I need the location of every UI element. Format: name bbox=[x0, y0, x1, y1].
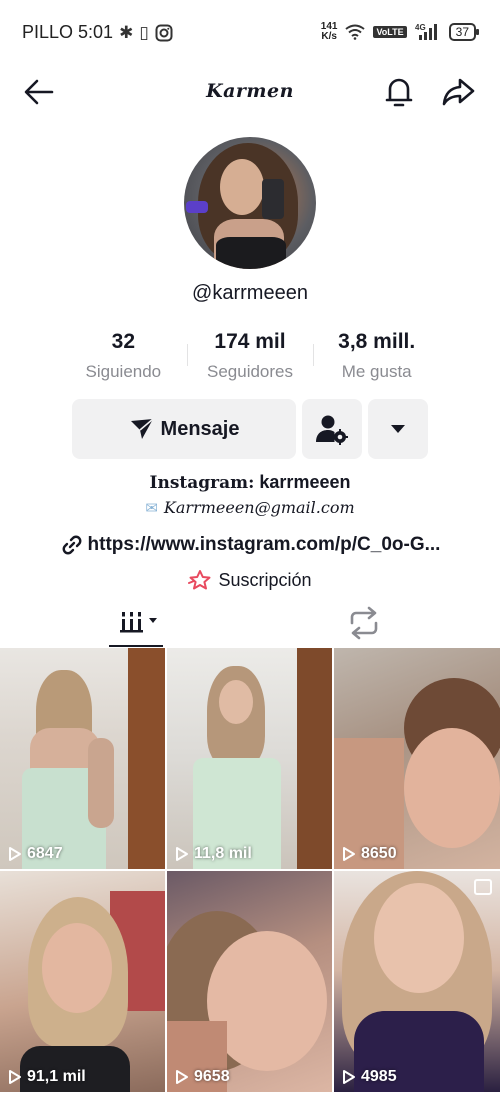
subscription-label: Suscripción bbox=[218, 569, 312, 590]
net-speed-unit: K/s bbox=[321, 31, 337, 42]
video-views: 4985 bbox=[342, 1068, 397, 1086]
username: @karrmeeen bbox=[192, 282, 308, 304]
video-views-count: 9658 bbox=[194, 1068, 230, 1085]
tile-door bbox=[297, 648, 332, 869]
video-tile[interactable]: 8650 bbox=[334, 648, 500, 869]
share-button[interactable] bbox=[440, 74, 478, 110]
status-left: PILLO 5:01 ✱ ▯ bbox=[22, 22, 173, 43]
stat-likes-label: Me gusta bbox=[341, 362, 412, 381]
play-icon bbox=[9, 847, 21, 861]
page-title: Karmen bbox=[206, 80, 294, 102]
videos-grid-icon bbox=[120, 612, 157, 633]
tab-videos[interactable] bbox=[109, 606, 163, 648]
share-arrow-icon bbox=[442, 78, 475, 106]
bio-email-text: Karrmeeen@gmail.com bbox=[163, 498, 355, 517]
carrier-time: PILLO 5:01 bbox=[22, 22, 114, 42]
star-badge-icon bbox=[188, 570, 211, 590]
tile-figure-face bbox=[374, 883, 464, 993]
instagram-icon bbox=[155, 24, 173, 41]
stat-following-label: Siguiendo bbox=[85, 362, 162, 381]
avatar-top bbox=[216, 237, 286, 269]
message-button[interactable]: Mensaje bbox=[72, 399, 296, 459]
tile-figure-face bbox=[219, 680, 253, 724]
more-options-button[interactable] bbox=[368, 399, 428, 459]
video-tile[interactable]: 91,1 mil bbox=[0, 871, 165, 1092]
vibrate-icon: ▯ bbox=[139, 22, 149, 42]
video-views-count: 4985 bbox=[361, 1068, 397, 1085]
bio-link-text: https://www.instagram.com/p/C_0o-G... bbox=[87, 534, 441, 555]
avatar-face bbox=[220, 159, 264, 215]
caret-down-icon bbox=[391, 425, 405, 433]
play-icon bbox=[176, 1070, 188, 1084]
play-icon bbox=[343, 847, 355, 861]
tile-door bbox=[128, 648, 165, 869]
bluetooth-icon: ✱ bbox=[119, 22, 134, 42]
bio-instagram-label: Instagram: bbox=[149, 473, 255, 493]
video-tile[interactable]: 9658 bbox=[167, 871, 332, 1092]
net-speed: 141 K/s bbox=[321, 22, 338, 42]
stat-likes[interactable]: 3,8 mill. Me gusta bbox=[313, 330, 440, 386]
video-tile[interactable]: 6847 bbox=[0, 648, 165, 869]
video-views-count: 91,1 mil bbox=[27, 1068, 86, 1085]
bio-link[interactable]: https://www.instagram.com/p/C_0o-G... bbox=[0, 533, 500, 557]
video-views-count: 11,8 mil bbox=[194, 845, 252, 862]
bio-email: ✉ Karrmeeen@gmail.com bbox=[0, 498, 500, 517]
video-tile[interactable]: 11,8 mil bbox=[167, 648, 332, 869]
avatar-wristband bbox=[186, 201, 208, 213]
stat-likes-value: 3,8 mill. bbox=[338, 330, 416, 353]
active-tab-indicator bbox=[109, 645, 163, 647]
play-icon bbox=[343, 1070, 355, 1084]
content-tabs bbox=[0, 600, 500, 648]
status-bar: PILLO 5:01 ✱ ▯ 141 K/s VoLTE 4G 37 bbox=[0, 0, 500, 64]
profile-header: Karmen bbox=[0, 64, 500, 120]
subscription-link[interactable]: Suscripción bbox=[0, 569, 500, 591]
video-views: 11,8 mil bbox=[175, 845, 252, 863]
volte-badge: VoLTE bbox=[373, 26, 407, 38]
message-button-label: Mensaje bbox=[160, 417, 240, 440]
tile-figure-face bbox=[404, 728, 500, 848]
tile-figure-arm bbox=[88, 738, 114, 828]
video-views-count: 6847 bbox=[27, 845, 63, 862]
video-tile[interactable]: 4985 bbox=[334, 871, 500, 1092]
bio-instagram-handle: karrmeeen bbox=[259, 472, 351, 492]
friend-settings-button[interactable] bbox=[302, 399, 362, 459]
bio-instagram: Instagram: karrmeeen bbox=[0, 472, 500, 493]
multi-photo-icon bbox=[474, 879, 492, 895]
user-gear-icon bbox=[316, 415, 348, 445]
wifi-icon bbox=[345, 24, 366, 40]
video-views: 8650 bbox=[342, 845, 397, 863]
envelope-icon: ✉ bbox=[145, 498, 158, 517]
battery-indicator: 37 bbox=[448, 23, 480, 41]
status-right: 141 K/s VoLTE 4G 37 bbox=[321, 22, 480, 42]
link-icon bbox=[62, 535, 81, 555]
avatar-phone bbox=[262, 179, 284, 219]
signal-icon: 4G bbox=[415, 23, 437, 40]
video-views-count: 8650 bbox=[361, 845, 397, 862]
stat-following-value: 32 bbox=[111, 330, 136, 353]
stat-followers-value: 174 mil bbox=[214, 330, 286, 353]
send-icon bbox=[130, 418, 154, 439]
video-views: 9658 bbox=[175, 1068, 230, 1086]
stat-followers[interactable]: 174 mil Seguidores bbox=[186, 330, 314, 386]
avatar[interactable] bbox=[184, 137, 316, 269]
notifications-button[interactable] bbox=[382, 74, 416, 110]
tile-figure-face bbox=[42, 923, 112, 1013]
video-grid: 6847 11,8 mil 8650 91,1 mil 9658 4985 bbox=[0, 648, 500, 1094]
svg-text:4G: 4G bbox=[415, 23, 426, 32]
profile-stats: 32 Siguiendo 174 mil Seguidores 3,8 mill… bbox=[60, 330, 440, 386]
stat-followers-label: Seguidores bbox=[207, 362, 294, 381]
play-icon bbox=[9, 1070, 21, 1084]
tab-reposts[interactable] bbox=[344, 606, 384, 642]
repost-icon bbox=[350, 606, 378, 640]
stat-following[interactable]: 32 Siguiendo bbox=[60, 330, 187, 386]
bell-icon bbox=[385, 78, 413, 107]
play-icon bbox=[176, 847, 188, 861]
video-views: 91,1 mil bbox=[8, 1068, 86, 1086]
video-views: 6847 bbox=[8, 845, 63, 863]
